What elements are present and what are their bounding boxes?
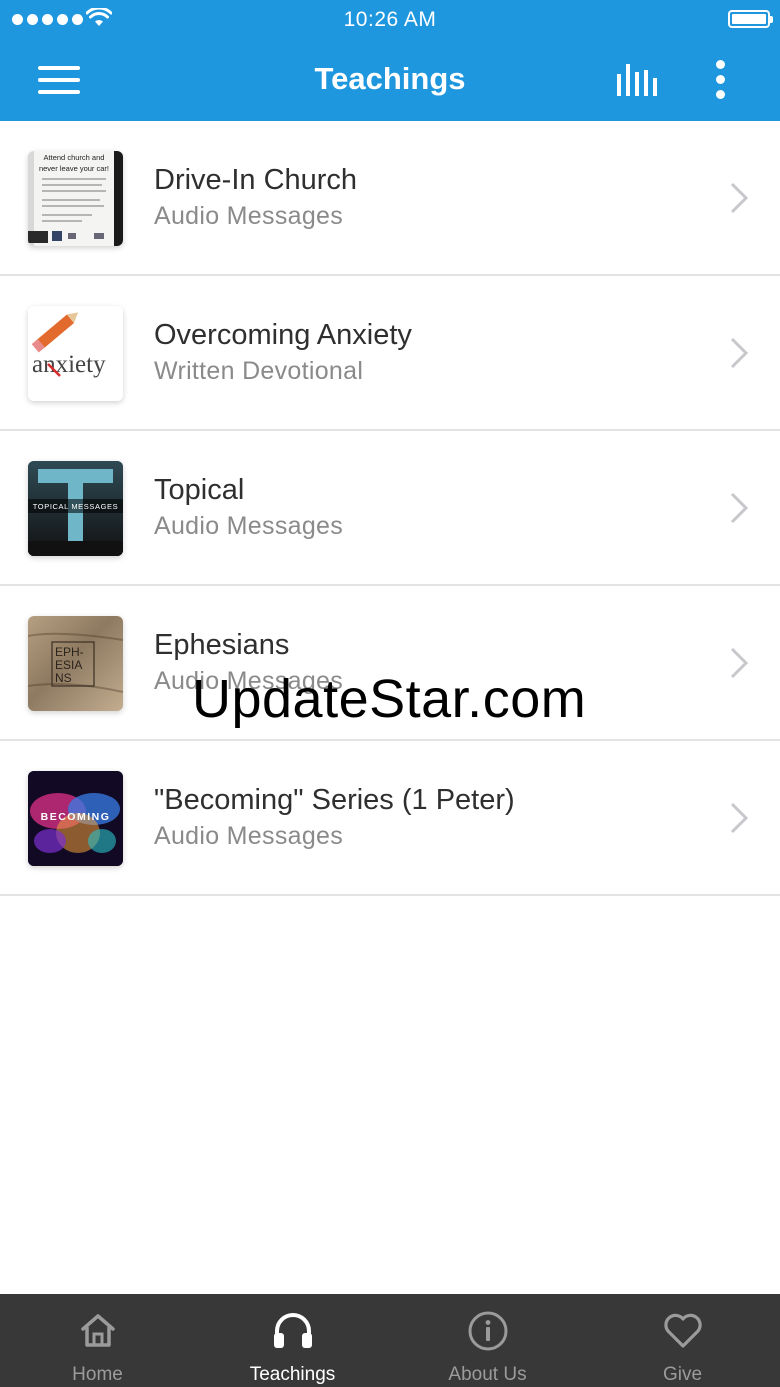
svg-text:ESIA: ESIA bbox=[55, 658, 82, 672]
item-title: "Becoming" Series (1 Peter) bbox=[154, 784, 515, 816]
list-item[interactable]: Attend church and never leave your car! … bbox=[0, 121, 780, 276]
item-subtitle: Written Devotional bbox=[154, 357, 364, 385]
item-thumbnail: Attend church and never leave your car! bbox=[28, 151, 123, 246]
watermark-text: UpdateStar.com bbox=[192, 669, 587, 729]
item-thumbnail: anxiety bbox=[28, 306, 123, 401]
page-title: Teachings bbox=[314, 61, 466, 96]
tab-about-us[interactable]: About Us bbox=[390, 1294, 585, 1387]
teachings-list: Attend church and never leave your car! … bbox=[0, 121, 780, 896]
tab-label: Give bbox=[662, 1364, 703, 1385]
chevron-right-icon bbox=[730, 802, 749, 834]
chevron-right-icon bbox=[730, 337, 749, 369]
svg-text:Attend church and: Attend church and bbox=[44, 153, 105, 162]
tab-teachings[interactable]: Teachings bbox=[195, 1294, 390, 1387]
more-options-button[interactable] bbox=[706, 58, 736, 102]
svg-text:TOPICAL MESSAGES: TOPICAL MESSAGES bbox=[33, 502, 118, 511]
list-item[interactable]: anxiety Overcoming Anxiety Written Devot… bbox=[0, 276, 780, 431]
list-item[interactable]: BECOMING "Becoming" Series (1 Peter) Aud… bbox=[0, 741, 780, 896]
svg-text:EPH-: EPH- bbox=[55, 645, 84, 659]
item-thumbnail: BECOMING bbox=[28, 771, 123, 866]
chevron-right-icon bbox=[730, 492, 749, 524]
item-thumbnail: TOPICAL MESSAGES bbox=[28, 461, 123, 556]
tab-give[interactable]: Give bbox=[585, 1294, 780, 1387]
audio-stats-icon[interactable] bbox=[612, 60, 662, 100]
tab-home[interactable]: Home bbox=[0, 1294, 195, 1387]
tab-label: About Us bbox=[448, 1364, 527, 1385]
item-title: Topical bbox=[154, 474, 245, 506]
tab-bar: Home Teachings About Us Give bbox=[0, 1294, 780, 1387]
item-subtitle: Audio Messages bbox=[154, 512, 344, 540]
item-title: Drive-In Church bbox=[154, 164, 358, 196]
status-time: 10:26 AM bbox=[343, 8, 437, 31]
item-title: Overcoming Anxiety bbox=[154, 319, 412, 351]
status-bar: 10:26 AM bbox=[0, 0, 780, 40]
info-icon bbox=[468, 1311, 507, 1351]
item-subtitle: Audio Messages bbox=[154, 822, 344, 850]
heart-icon bbox=[663, 1313, 702, 1348]
chevron-right-icon bbox=[730, 182, 749, 214]
tab-label: Teachings bbox=[249, 1364, 336, 1385]
svg-text:BECOMING: BECOMING bbox=[41, 811, 111, 823]
home-icon bbox=[80, 1314, 115, 1347]
item-thumbnail: EPH- ESIA NS bbox=[28, 616, 123, 711]
app-header: 10:26 AM Teachings bbox=[0, 0, 780, 121]
list-item[interactable]: TOPICAL MESSAGES Topical Audio Messages bbox=[0, 431, 780, 586]
item-subtitle: Audio Messages bbox=[154, 202, 344, 230]
tab-label: Home bbox=[72, 1364, 123, 1385]
svg-text:never leave your car!: never leave your car! bbox=[39, 164, 109, 173]
chevron-right-icon bbox=[730, 647, 749, 679]
item-title: Ephesians bbox=[154, 629, 290, 661]
svg-text:NS: NS bbox=[55, 671, 72, 685]
svg-text:anxiety: anxiety bbox=[32, 351, 106, 378]
headphones-icon bbox=[273, 1313, 312, 1348]
battery-icon bbox=[728, 10, 773, 28]
